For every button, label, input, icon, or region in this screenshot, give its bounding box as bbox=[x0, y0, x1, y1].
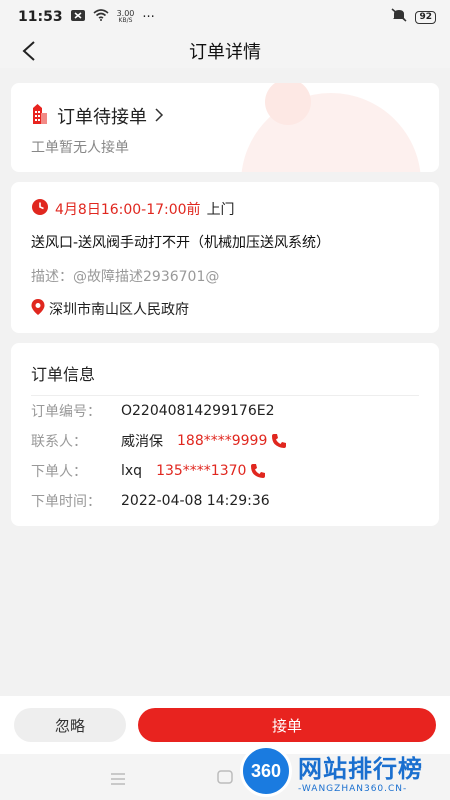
nav-bar: 订单详情 bbox=[0, 34, 450, 68]
menu-icon[interactable] bbox=[110, 770, 126, 789]
notification-icon bbox=[70, 9, 85, 25]
order-status-card: 订单待接单 工单暂无人接单 bbox=[11, 83, 439, 172]
info-label: 下单人： bbox=[31, 464, 87, 480]
status-right: 92 bbox=[391, 8, 436, 26]
order-status-row[interactable]: 订单待接单 bbox=[31, 103, 419, 129]
building-icon bbox=[31, 104, 49, 128]
address-row[interactable]: 深圳市南山区人民政府 bbox=[31, 299, 419, 319]
net-speed: 3.00 KB/S bbox=[116, 9, 135, 25]
contact-phone-link[interactable]: 188****9999 bbox=[177, 433, 287, 449]
order-info-card: 订单信息 订单编号： O22040814299176E2 联系人： 威消保 18… bbox=[11, 343, 439, 526]
contact-phone: 188****9999 bbox=[177, 433, 268, 449]
orderer-name: lxq bbox=[121, 463, 143, 479]
watermark-badge: 360 bbox=[240, 745, 292, 797]
location-pin-icon bbox=[31, 299, 45, 319]
status-more: ··· bbox=[142, 9, 155, 25]
orderer-phone-link[interactable]: 135****1370 bbox=[156, 463, 266, 479]
order-status-title: 订单待接单 bbox=[57, 107, 147, 128]
order-id-value: O22040814299176E2 bbox=[121, 403, 275, 419]
info-row-order-id: 订单编号： O22040814299176E2 bbox=[31, 396, 419, 426]
clock-icon bbox=[31, 198, 49, 220]
info-row-contact: 联系人： 威消保 188****9999 bbox=[31, 426, 419, 456]
info-row-order-time: 下单时间： 2022-04-08 14:29:36 bbox=[31, 486, 419, 516]
visit-time-window: 4月8日16:00-17:00前 bbox=[55, 202, 201, 218]
page-title: 订单详情 bbox=[189, 42, 261, 63]
watermark-logo: 360 网站排行榜 -WANGZHAN360.CN- bbox=[240, 742, 450, 800]
mute-icon bbox=[391, 8, 407, 26]
order-info-heading: 订单信息 bbox=[31, 361, 419, 396]
net-speed-unit: KB/S bbox=[118, 17, 133, 24]
address-text: 深圳市南山区人民政府 bbox=[49, 302, 189, 318]
order-status-subtitle: 工单暂无人接单 bbox=[31, 140, 129, 156]
chevron-right-icon bbox=[155, 107, 164, 126]
chevron-left-icon bbox=[22, 41, 35, 61]
info-row-orderer: 下单人： lxq 135****1370 bbox=[31, 456, 419, 486]
order-detail-card: 4月8日16:00-17:00前 上门 送风口-送风阀手动打不开（机械加压送风系… bbox=[11, 182, 439, 333]
contact-name: 威消保 bbox=[121, 434, 163, 450]
status-time: 11:53 bbox=[18, 9, 63, 25]
phone-icon bbox=[272, 434, 287, 448]
orderer-phone: 135****1370 bbox=[156, 463, 247, 479]
info-label: 订单编号： bbox=[31, 404, 101, 420]
info-label: 联系人： bbox=[31, 434, 87, 450]
watermark-text: 网站排行榜 -WANGZHAN360.CN- bbox=[298, 749, 423, 794]
visit-time-row: 4月8日16:00-17:00前 上门 bbox=[31, 198, 419, 220]
accept-order-button[interactable]: 接单 bbox=[138, 708, 436, 742]
watermark-url: -WANGZHAN360.CN- bbox=[298, 783, 408, 794]
phone-icon bbox=[251, 464, 266, 478]
net-speed-value: 3.00 bbox=[116, 9, 135, 18]
order-time-value: 2022-04-08 14:29:36 bbox=[121, 493, 270, 509]
battery-indicator: 92 bbox=[415, 10, 436, 24]
fault-title: 送风口-送风阀手动打不开（机械加压送风系统） bbox=[31, 235, 331, 251]
home-icon[interactable] bbox=[217, 769, 233, 788]
fault-description: 描述：@故障描述2936701@ bbox=[31, 269, 220, 285]
visit-type: 上门 bbox=[206, 202, 235, 218]
info-label: 下单时间： bbox=[31, 494, 101, 510]
wifi-icon bbox=[93, 9, 109, 25]
watermark-title: 网站排行榜 bbox=[298, 754, 423, 783]
status-left: 11:53 3.00 KB/S ··· bbox=[18, 9, 155, 25]
status-bar: 11:53 3.00 KB/S ··· 92 bbox=[0, 0, 450, 34]
back-button[interactable] bbox=[14, 36, 44, 66]
ignore-button[interactable]: 忽略 bbox=[14, 708, 126, 742]
